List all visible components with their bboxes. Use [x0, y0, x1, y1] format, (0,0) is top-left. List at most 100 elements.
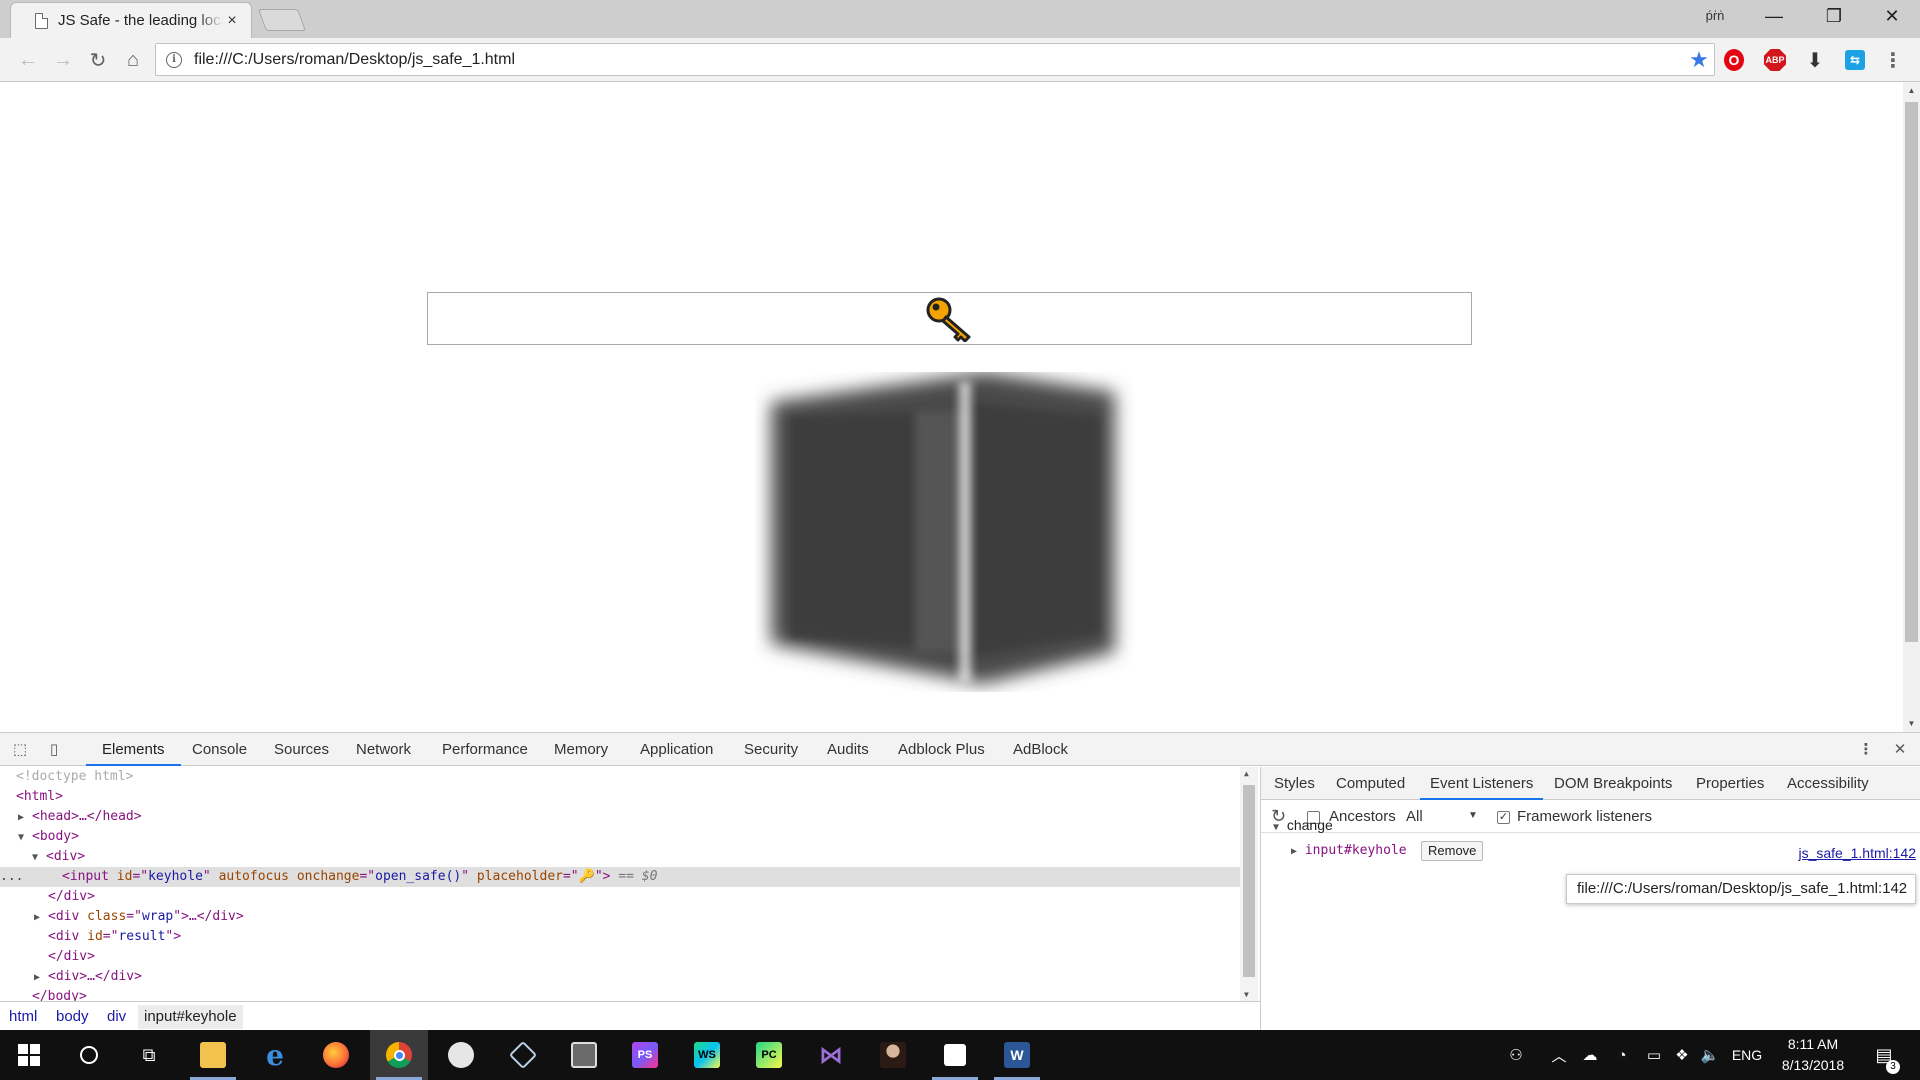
tab-elements[interactable]: Elements: [86, 733, 180, 766]
taskbar-edge[interactable]: e: [246, 1030, 304, 1080]
tab-memory[interactable]: Memory: [552, 733, 610, 766]
browser-tab[interactable]: JS Safe - the leading local ×: [10, 2, 252, 38]
taskbar-pycharm[interactable]: PC: [740, 1030, 798, 1080]
taskbar-word[interactable]: W: [988, 1030, 1046, 1080]
forward-button[interactable]: →: [49, 46, 77, 74]
scrollbar-thumb[interactable]: [1905, 102, 1918, 642]
input-language-indicator[interactable]: ENG: [1727, 1030, 1767, 1080]
scroll-up-arrow-icon[interactable]: ▲: [1903, 82, 1920, 99]
tab-application[interactable]: Application: [638, 733, 715, 766]
dom-html[interactable]: <html>: [0, 787, 1240, 807]
tab-styles[interactable]: Styles: [1274, 767, 1315, 800]
battery-icon[interactable]: ▭: [1640, 1030, 1668, 1080]
dom-tree[interactable]: <!doctype html> <html> ▶ <head>…</head> ▼…: [0, 767, 1260, 1001]
close-window-button[interactable]: ✕: [1864, 0, 1920, 32]
bookmark-star-icon[interactable]: ★: [1684, 47, 1714, 73]
taskbar-webstorm[interactable]: WS: [678, 1030, 736, 1080]
tab-audits[interactable]: Audits: [825, 733, 871, 766]
url-text[interactable]: file:///C:/Users/roman/Desktop/js_safe_1…: [194, 51, 1684, 69]
tab-performance[interactable]: Performance: [440, 733, 530, 766]
chevron-down-icon[interactable]: ▼: [1468, 810, 1478, 821]
taskbar-phpstorm[interactable]: PS: [616, 1030, 674, 1080]
remove-listener-button[interactable]: Remove: [1421, 841, 1484, 861]
tab-dom-breakpoints[interactable]: DOM Breakpoints: [1554, 767, 1672, 800]
tab-console[interactable]: Console: [190, 733, 249, 766]
tab-adblock[interactable]: AdBlock: [1011, 733, 1070, 766]
wifi-icon[interactable]: ◔: [1608, 1030, 1636, 1080]
framework-listeners-checkbox[interactable]: ✓: [1497, 811, 1510, 824]
home-button[interactable]: ⌂: [119, 46, 147, 74]
taskbar-file-explorer[interactable]: [184, 1030, 242, 1080]
onedrive-cloud-icon[interactable]: ☁: [1576, 1030, 1604, 1080]
expand-triangle-icon[interactable]: ▶: [34, 968, 48, 988]
devtools-menu-icon[interactable]: ⋮: [1856, 740, 1876, 760]
new-tab-button[interactable]: [257, 9, 307, 31]
system-clock[interactable]: 8:11 AM 8/13/2018: [1768, 1034, 1858, 1076]
expand-triangle-icon[interactable]: ▶: [34, 908, 48, 928]
collapse-triangle-icon[interactable]: ▼: [1273, 822, 1279, 833]
tab-security[interactable]: Security: [742, 733, 800, 766]
breadcrumb-html[interactable]: html: [9, 1008, 37, 1025]
tab-computed[interactable]: Computed: [1336, 767, 1405, 800]
taskbar-photo-viewer[interactable]: [555, 1030, 613, 1080]
listener-source-link[interactable]: js_safe_1.html:142: [1798, 845, 1916, 861]
minimize-button[interactable]: —: [1746, 0, 1802, 32]
dom-input-selected[interactable]: ... <input id="keyhole" autofocus onchang…: [0, 867, 1240, 887]
opera-extension-icon[interactable]: O: [1724, 49, 1744, 71]
elements-scrollbar[interactable]: ▲ ▼: [1240, 767, 1258, 1001]
collapse-triangle-icon[interactable]: ▼: [32, 848, 46, 868]
reload-button[interactable]: ↻: [84, 46, 112, 74]
dom-div[interactable]: ▼ <div>: [0, 847, 1240, 867]
tab-event-listeners[interactable]: Event Listeners: [1419, 767, 1544, 800]
restore-button[interactable]: ❐: [1806, 0, 1862, 32]
breadcrumb-div[interactable]: div: [107, 1008, 126, 1025]
adblock-plus-icon[interactable]: ABP: [1764, 49, 1786, 71]
task-view-button[interactable]: ⧉: [120, 1030, 178, 1080]
expand-triangle-icon[interactable]: ▶: [18, 808, 32, 828]
scroll-down-arrow-icon[interactable]: ▼: [1244, 990, 1249, 999]
tab-accessibility[interactable]: Accessibility: [1787, 767, 1869, 800]
keyhole-input[interactable]: [427, 292, 1472, 345]
device-toolbar-icon[interactable]: ▯: [44, 740, 64, 760]
dom-body[interactable]: ▼ <body>: [0, 827, 1240, 847]
breadcrumb-body[interactable]: body: [56, 1008, 89, 1025]
dom-body-close[interactable]: </body>: [0, 987, 1240, 1001]
taskbar-paint[interactable]: [432, 1030, 490, 1080]
taskbar-virtualbox[interactable]: [494, 1030, 552, 1080]
row-menu-dots[interactable]: ...: [0, 867, 62, 887]
inspect-element-icon[interactable]: ⬚: [10, 740, 30, 760]
profile-button[interactable]: ṕṙṅ: [1700, 8, 1730, 28]
dom-div-close[interactable]: </div>: [0, 947, 1240, 967]
dropbox-icon[interactable]: ❖: [1668, 1030, 1696, 1080]
scroll-down-arrow-icon[interactable]: ▼: [1903, 715, 1920, 732]
cortana-button[interactable]: [60, 1030, 118, 1080]
tab-adblock-plus[interactable]: Adblock Plus: [896, 733, 987, 766]
action-center-button[interactable]: ▤ 3: [1864, 1030, 1904, 1080]
info-icon[interactable]: i: [166, 51, 182, 68]
event-group-change[interactable]: ▼ change: [1273, 817, 1333, 834]
devtools-close-icon[interactable]: ✕: [1890, 740, 1910, 760]
scroll-up-arrow-icon[interactable]: ▲: [1244, 769, 1249, 778]
dom-head[interactable]: ▶ <head>…</head>: [0, 807, 1240, 827]
volume-icon[interactable]: 🔈: [1696, 1030, 1724, 1080]
listener-filter-select[interactable]: All: [1406, 808, 1423, 825]
listener-entry[interactable]: ▶ input#keyhole: [1291, 843, 1407, 858]
chrome-menu-icon[interactable]: ⋮: [1880, 47, 1906, 73]
scrollbar-thumb[interactable]: [1243, 785, 1255, 977]
taskbar-firefox[interactable]: [307, 1030, 365, 1080]
page-vertical-scrollbar[interactable]: ▲ ▼: [1903, 82, 1920, 732]
dom-doctype[interactable]: <!doctype html>: [0, 767, 1240, 787]
expand-triangle-icon[interactable]: ▶: [1291, 846, 1297, 857]
collapse-triangle-icon[interactable]: ▼: [18, 828, 32, 848]
start-button[interactable]: [0, 1030, 58, 1080]
dom-div-result[interactable]: <div id="result">: [0, 927, 1240, 947]
dom-div-wrap[interactable]: ▶ <div class="wrap">…</div>: [0, 907, 1240, 927]
show-hidden-icons-chevron-icon[interactable]: ︿: [1545, 1030, 1573, 1080]
translate-icon[interactable]: ⇆: [1845, 50, 1865, 70]
download-icon[interactable]: ⬇: [1802, 47, 1828, 73]
address-bar[interactable]: i file:///C:/Users/roman/Desktop/js_safe…: [155, 43, 1715, 76]
taskbar-photo[interactable]: [864, 1030, 922, 1080]
taskbar-visual-studio[interactable]: ⋈: [802, 1030, 860, 1080]
taskbar-sticky-notes[interactable]: [926, 1030, 984, 1080]
tab-properties[interactable]: Properties: [1696, 767, 1764, 800]
